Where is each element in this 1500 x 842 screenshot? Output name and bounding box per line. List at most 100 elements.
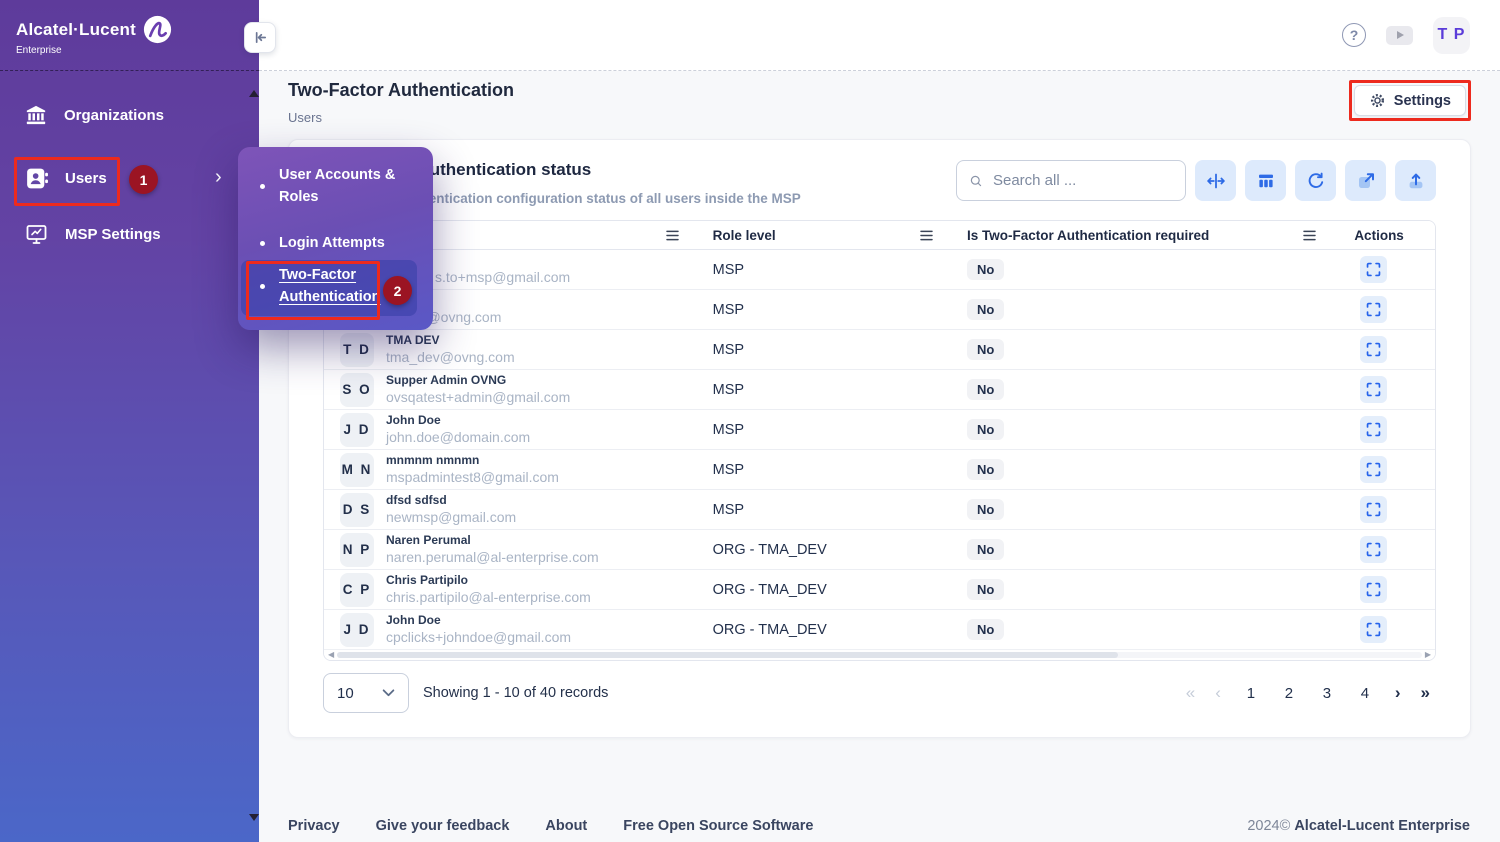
column-header-tfa-required[interactable]: Is Two-Factor Authentication required (955, 228, 1338, 243)
footer-link[interactable]: About (545, 818, 587, 834)
actions-cell (1338, 576, 1435, 603)
column-label-actions: Actions (1354, 228, 1404, 243)
page-number-button[interactable]: 4 (1349, 677, 1381, 709)
user-avatar[interactable]: T P (1433, 17, 1470, 54)
table-row[interactable]: C P Chris Partipilo chris.partipilo@al-e… (324, 570, 1435, 610)
page-size-select[interactable]: 10 (323, 673, 409, 713)
expand-row-button[interactable] (1360, 456, 1387, 483)
columns-button[interactable] (1245, 160, 1286, 201)
expand-row-button[interactable] (1360, 576, 1387, 603)
column-menu-icon[interactable] (1303, 230, 1316, 241)
user-cell: T D TMA DEV tma_dev@ovng.com (324, 333, 701, 367)
role-level-cell: MSP (701, 262, 955, 278)
footer-link[interactable]: Give your feedback (376, 818, 510, 834)
role-level-cell: MSP (701, 382, 955, 398)
expand-row-button[interactable] (1360, 496, 1387, 523)
brand-subtitle: Enterprise (16, 45, 172, 56)
previous-page-button[interactable]: ‹ (1209, 683, 1227, 703)
expand-icon (1365, 581, 1382, 598)
help-icon[interactable]: ? (1342, 23, 1366, 47)
avatar: J D (340, 613, 374, 647)
scroll-left-icon[interactable]: ◀ (328, 651, 334, 659)
submenu-item-label: User Accounts & Roles (279, 165, 420, 209)
expand-icon (1365, 381, 1382, 398)
play-button[interactable] (1386, 26, 1413, 45)
user-cell: C P Chris Partipilo chris.partipilo@al-e… (324, 573, 701, 607)
footer-link[interactable]: Privacy (288, 818, 340, 834)
table-row[interactable]: N P Naren Perumal naren.perumal@al-enter… (324, 530, 1435, 570)
next-page-button[interactable]: › (1389, 683, 1407, 703)
page-number-button[interactable]: 2 (1273, 677, 1305, 709)
user-cell: N P Naren Perumal naren.perumal@al-enter… (324, 533, 701, 567)
actions-cell (1338, 336, 1435, 363)
user-name: Supper Admin OVNG (386, 373, 570, 389)
sidebar-scroll-up-caret[interactable] (249, 90, 259, 97)
tfa-required-badge: No (967, 579, 1004, 600)
sidebar-scroll-down-caret[interactable] (249, 814, 259, 821)
page-number-button[interactable]: 3 (1311, 677, 1343, 709)
refresh-button[interactable] (1295, 160, 1336, 201)
horizontal-scrollbar[interactable]: ◀ ▶ (324, 649, 1435, 660)
table-row[interactable]: J D John Doe cpclicks+johndoe@gmail.com … (324, 610, 1435, 649)
table-row[interactable]: M N mnmnm nmnmn mspadmintest8@gmail.com … (324, 450, 1435, 490)
expand-row-button[interactable] (1360, 336, 1387, 363)
last-page-button[interactable]: » (1415, 683, 1436, 703)
tfa-required-cell: No (955, 499, 1338, 520)
table-row[interactable]: ewer viewer@ovng.com MSP No (324, 290, 1435, 330)
actions-cell (1338, 416, 1435, 443)
sidebar-item-msp-settings[interactable]: MSP Settings (24, 222, 161, 246)
scrollbar-thumb[interactable] (337, 652, 1118, 658)
expand-icon (1365, 421, 1382, 438)
user-name: Naren Perumal (386, 533, 599, 549)
expand-icon (1365, 501, 1382, 518)
column-menu-icon[interactable] (920, 230, 933, 241)
avatar: C P (340, 573, 374, 607)
expand-row-button[interactable] (1360, 256, 1387, 283)
column-resize-button[interactable] (1195, 160, 1236, 201)
search-input[interactable] (991, 171, 1173, 190)
table-row[interactable]: J D John Doe john.doe@domain.com MSP No (324, 410, 1435, 450)
expand-row-button[interactable] (1360, 376, 1387, 403)
first-page-button[interactable]: « (1180, 683, 1201, 703)
table-row[interactable]: T D TMA DEV tma_dev@ovng.com MSP No (324, 330, 1435, 370)
sidebar-item-users[interactable]: Users (24, 166, 107, 191)
table-row[interactable]: s.to+msp@gmail.com MSP No (324, 250, 1435, 290)
sidebar-collapse-button[interactable] (244, 22, 276, 53)
expand-row-button[interactable] (1360, 296, 1387, 323)
tfa-required-badge: No (967, 459, 1004, 480)
expand-row-button[interactable] (1360, 416, 1387, 443)
column-menu-icon[interactable] (666, 230, 679, 241)
submenu-item-user-accounts-roles[interactable]: User Accounts & Roles (260, 165, 420, 209)
tfa-required-badge: No (967, 299, 1004, 320)
sidebar-item-organizations[interactable]: Organizations (24, 104, 164, 126)
gear-icon (1369, 92, 1386, 109)
page-title: Two-Factor Authentication (288, 80, 514, 101)
export-button[interactable] (1345, 160, 1386, 201)
breadcrumb[interactable]: Users (288, 110, 514, 125)
footer-link[interactable]: Free Open Source Software (623, 818, 813, 834)
page-number-button[interactable]: 1 (1235, 677, 1267, 709)
column-label-tfa: Is Two-Factor Authentication required (967, 228, 1209, 243)
bullet-icon (260, 184, 265, 189)
expand-row-button[interactable] (1360, 616, 1387, 643)
user-cell: J D John Doe cpclicks+johndoe@gmail.com (324, 613, 701, 647)
upload-button[interactable] (1395, 160, 1436, 201)
role-level-cell: MSP (701, 302, 955, 318)
expand-row-button[interactable] (1360, 536, 1387, 563)
sidebar-item-label: Users (65, 170, 107, 187)
table-row[interactable]: D S dfsd sdfsd newmsp@gmail.com MSP No (324, 490, 1435, 530)
search-icon (969, 173, 983, 189)
tfa-required-badge: No (967, 539, 1004, 560)
table-row[interactable]: S O Supper Admin OVNG ovsqatest+admin@gm… (324, 370, 1435, 410)
avatar: D S (340, 493, 374, 527)
column-header-role[interactable]: Role level (701, 228, 955, 243)
user-cell: J D John Doe john.doe@domain.com (324, 413, 701, 447)
settings-button[interactable]: Settings (1354, 85, 1466, 116)
page-numbers: 1 2 3 4 (1235, 677, 1381, 709)
submenu-item-login-attempts[interactable]: Login Attempts (260, 233, 385, 255)
tfa-required-cell: No (955, 379, 1338, 400)
user-name: Chris Partipilo (386, 573, 591, 589)
chevron-right-icon[interactable]: › (215, 166, 222, 189)
user-name (435, 253, 570, 268)
scroll-right-icon[interactable]: ▶ (1425, 651, 1431, 659)
